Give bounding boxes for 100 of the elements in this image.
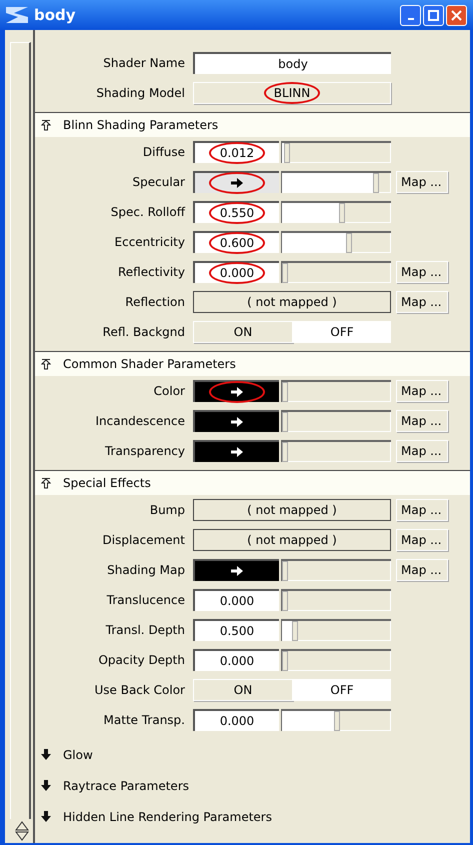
slider-thumb[interactable] [282, 382, 288, 402]
map-button[interactable]: Map ... [396, 559, 448, 581]
number-field[interactable]: 0.000 [193, 589, 279, 611]
app-logo-icon [6, 7, 28, 23]
texture-slot[interactable]: ( not mapped ) [193, 529, 391, 551]
scroll-up-icon[interactable] [14, 821, 28, 831]
field-label: Matte Transp. [102, 712, 186, 729]
collapse-arrow-icon[interactable] [41, 120, 51, 130]
number-field[interactable]: 0.550 [193, 201, 279, 223]
slider-track[interactable] [281, 559, 391, 581]
slider-track[interactable] [281, 201, 391, 223]
collapse-arrow-icon[interactable] [41, 358, 51, 370]
field-label: Reflection [124, 294, 186, 311]
expand-arrow-icon[interactable] [41, 749, 51, 760]
map-button[interactable]: Map ... [396, 261, 448, 283]
slider-track[interactable] [281, 171, 391, 193]
slider-thumb[interactable] [282, 412, 288, 432]
color-swatch[interactable] [193, 410, 279, 432]
map-button[interactable]: Map ... [396, 410, 448, 432]
number-field[interactable]: 0.000 [193, 261, 279, 283]
toggle-option[interactable]: ON [193, 321, 293, 343]
arrow-icon [231, 566, 243, 576]
map-button[interactable]: Map ... [396, 499, 448, 521]
slider-track[interactable] [281, 709, 391, 731]
section-header[interactable]: Glow [35, 739, 470, 770]
number-field[interactable]: 0.000 [193, 709, 279, 731]
slider-track[interactable] [281, 440, 391, 462]
color-swatch[interactable] [193, 559, 279, 581]
field-label: Eccentricity [114, 234, 186, 251]
field-label: Translucence [106, 592, 186, 609]
section-header[interactable]: Raytrace Parameters [35, 770, 470, 801]
section-title: Glow [63, 746, 93, 764]
slider-track[interactable] [281, 141, 391, 163]
map-button[interactable]: Map ... [396, 529, 448, 551]
map-button[interactable]: Map ... [396, 380, 448, 402]
field-label: Opacity Depth [97, 652, 186, 669]
field-label: Transl. Depth [104, 622, 186, 639]
color-swatch[interactable] [193, 171, 279, 193]
color-swatch[interactable] [193, 380, 279, 402]
field-label: Shading Map [106, 562, 186, 579]
field-label: Shading Model [95, 85, 186, 102]
toggle-option[interactable]: ON [193, 679, 293, 701]
slider-track[interactable] [281, 380, 391, 402]
toggle-option[interactable]: OFF [293, 321, 391, 343]
number-field[interactable]: 0.500 [193, 619, 279, 641]
color-swatch[interactable] [193, 440, 279, 462]
field-label: Spec. Rolloff [110, 204, 186, 221]
expand-arrow-icon[interactable] [41, 780, 51, 791]
section-header[interactable]: Blinn Shading Parameters [35, 113, 470, 137]
toggle-option[interactable]: OFF [293, 679, 391, 701]
arrow-icon [231, 417, 243, 427]
slider-track[interactable] [281, 231, 391, 253]
slider-thumb[interactable] [282, 442, 288, 462]
number-field[interactable]: 0.000 [193, 649, 279, 671]
texture-slot[interactable]: ( not mapped ) [193, 291, 391, 313]
slider-thumb[interactable] [282, 263, 288, 283]
field-label: Diffuse [142, 144, 186, 161]
map-button[interactable]: Map ... [396, 291, 448, 313]
expand-arrow-icon[interactable] [41, 811, 51, 822]
maximize-icon [428, 10, 439, 20]
slider-thumb[interactable] [292, 621, 298, 641]
scroll-down-icon[interactable] [14, 831, 28, 841]
field-label: Reflectivity [116, 264, 186, 281]
section-header[interactable]: Special Effects [35, 471, 470, 495]
arrow-icon [231, 387, 243, 397]
section-header[interactable]: Hidden Line Rendering Parameters [35, 801, 470, 832]
window-title: body [34, 4, 76, 26]
section-title: Blinn Shading Parameters [63, 117, 218, 134]
maximize-button[interactable] [423, 4, 444, 26]
slider-thumb[interactable] [284, 143, 290, 163]
slider-track[interactable] [281, 410, 391, 432]
close-button[interactable] [446, 4, 467, 26]
field-label: Use Back Color [93, 682, 186, 699]
section-header[interactable]: Common Shader Parameters [35, 352, 470, 376]
minimize-button[interactable] [400, 4, 421, 26]
texture-slot[interactable]: ( not mapped ) [193, 499, 391, 521]
field-label: Shader Name [102, 55, 186, 72]
field-label: Incandescence [94, 413, 186, 430]
slider-track[interactable] [281, 261, 391, 283]
slider-track[interactable] [281, 619, 391, 641]
slider-thumb[interactable] [282, 591, 288, 611]
slider-thumb[interactable] [282, 651, 288, 671]
number-field[interactable]: 0.012 [193, 141, 279, 163]
slider-thumb[interactable] [282, 561, 288, 581]
field-label: Bump [148, 502, 186, 519]
number-field[interactable]: 0.600 [193, 231, 279, 253]
text-field[interactable]: body [193, 52, 391, 74]
slider-track[interactable] [281, 589, 391, 611]
field-label: Specular [132, 174, 186, 191]
field-label: Transparency [104, 443, 186, 460]
arrow-icon [231, 178, 243, 188]
map-button[interactable]: Map ... [396, 440, 448, 462]
section-title: Common Shader Parameters [63, 356, 236, 373]
field-label: Refl. Backgnd [102, 324, 186, 341]
arrow-icon [231, 447, 243, 457]
dropdown-button[interactable]: BLINN [193, 82, 391, 104]
slider-track[interactable] [281, 649, 391, 671]
collapse-arrow-icon[interactable] [41, 478, 51, 488]
section-title: Special Effects [63, 475, 151, 492]
map-button[interactable]: Map ... [396, 171, 448, 193]
